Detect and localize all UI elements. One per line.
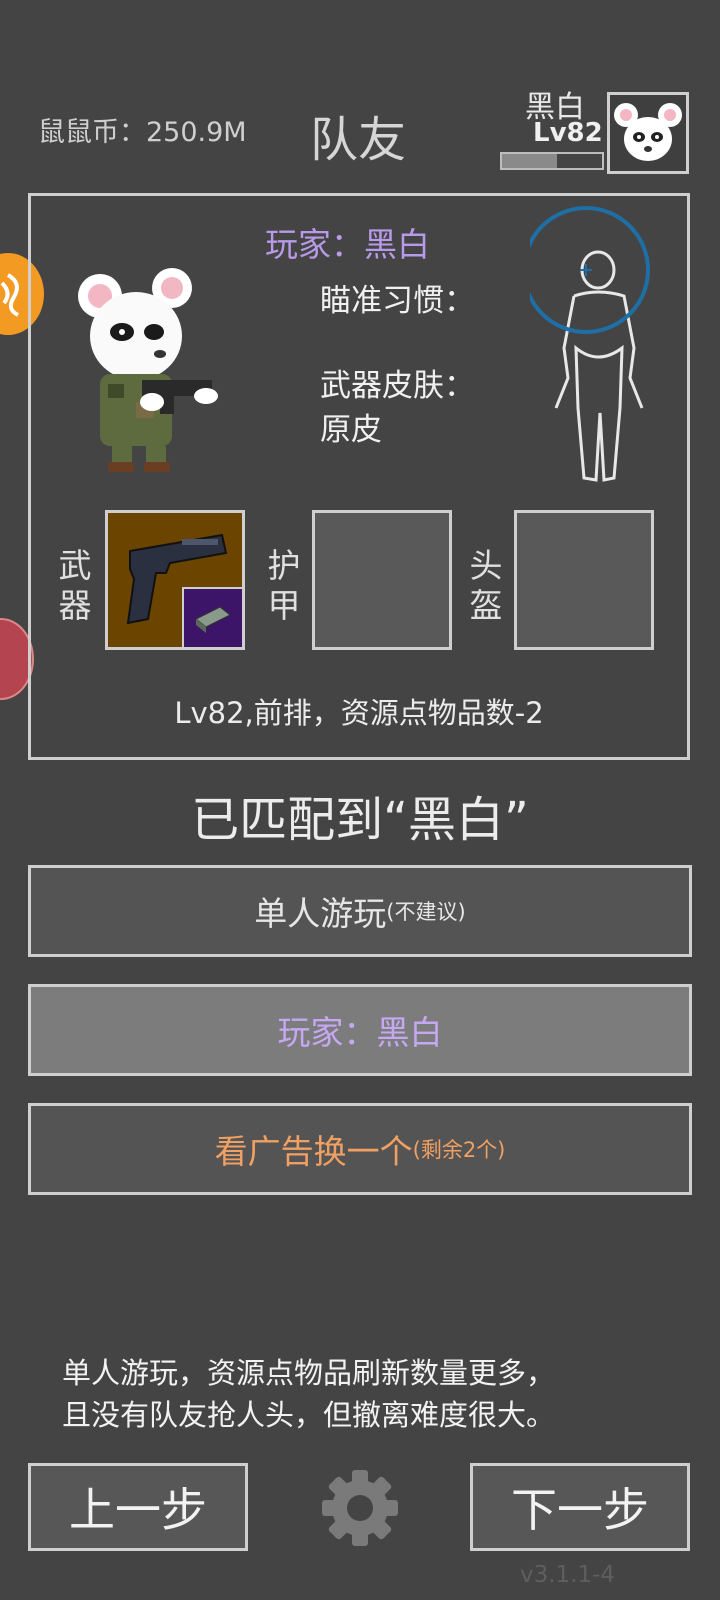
description-line-2: 且没有队友抢人头，但撤离难度很大。 [62, 1398, 556, 1432]
character-sprite [78, 268, 218, 472]
select-teammate-button[interactable]: 玩家：黑白 [28, 984, 692, 1076]
teammate-player-name: 玩家：黑白 [265, 225, 430, 264]
solo-play-note: (不建议) [386, 900, 466, 924]
ammo-slot[interactable] [182, 587, 242, 647]
xp-bar [500, 152, 604, 170]
version-label: v3.1.1-4 [520, 1562, 616, 1588]
armor-slot-label: 护甲 [267, 546, 301, 625]
weapon-skin-value: 原皮 [320, 412, 382, 448]
mode-description: 单人游玩，资源点物品刷新数量更多， 且没有队友抢人头，但撤离难度很大。 [62, 1352, 555, 1436]
coin-value: 250.9M [146, 117, 247, 148]
settings-button[interactable] [316, 1464, 404, 1552]
teammate-info: Lv82,前排，资源点物品数-2 [174, 696, 544, 730]
weapon-slot-label: 武器 [58, 546, 92, 625]
coin-label: 鼠鼠币： [38, 117, 146, 148]
watch-ad-remaining: (剩余2个) [412, 1138, 506, 1162]
helmet-slot[interactable] [514, 510, 654, 650]
panda-mouse-avatar-icon [614, 103, 682, 161]
watch-ad-swap-button[interactable]: 看广告换一个 (剩余2个) [28, 1103, 692, 1195]
body-target-figure [522, 198, 670, 498]
body-silhouette-icon [522, 206, 650, 482]
page-title: 队友 [310, 112, 407, 168]
watch-ad-label: 看广告换一个 [214, 1132, 413, 1171]
description-line-1: 单人游玩，资源点物品刷新数量更多， [62, 1356, 556, 1390]
xp-bar-fill [502, 154, 557, 168]
weapon-skin-label: 武器皮肤： [320, 368, 475, 404]
previous-step-button[interactable]: 上一步 [28, 1463, 248, 1551]
next-step-button[interactable]: 下一步 [470, 1463, 690, 1551]
player-level: Lv82 [533, 118, 603, 148]
helmet-slot-label: 头盔 [469, 546, 503, 625]
armor-slot[interactable] [312, 510, 452, 650]
solo-play-button[interactable]: 单人游玩 (不建议) [28, 865, 692, 957]
select-teammate-label: 玩家：黑白 [277, 1013, 443, 1052]
ammo-box-icon [195, 606, 231, 633]
solo-play-label: 单人游玩 [254, 894, 387, 933]
weapon-slot[interactable] [105, 510, 245, 650]
gear-icon [322, 1470, 398, 1546]
player-avatar[interactable] [607, 92, 689, 174]
coin-balance: 鼠鼠币：250.9M [38, 110, 247, 149]
aim-habit-label: 瞄准习惯： [320, 283, 475, 319]
teammate-character [72, 262, 232, 482]
matched-status: 已匹配到“黑白” [191, 792, 529, 848]
